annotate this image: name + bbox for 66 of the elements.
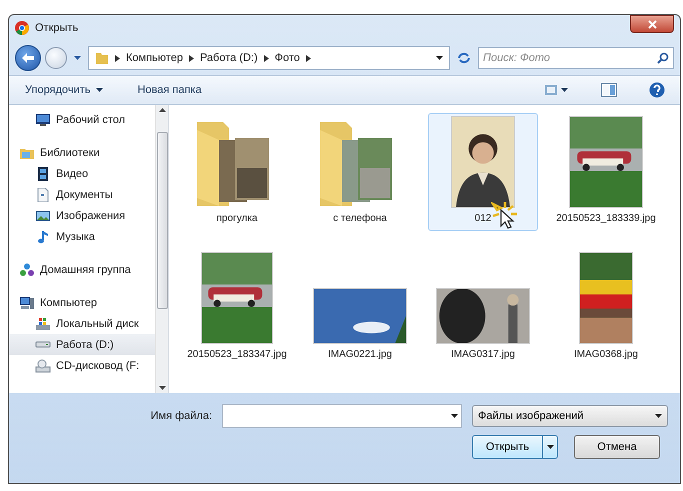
filename-field[interactable] [222,404,462,428]
new-folder-button[interactable]: Новая папка [133,82,206,98]
sidebar-item[interactable]: Библиотеки [9,142,155,163]
file-item[interactable]: с телефона [305,113,415,231]
caret-icon [96,88,104,92]
scroll-down-icon[interactable] [158,386,166,390]
sidebar-item[interactable]: Музыка [9,226,155,247]
search-field[interactable]: Поиск: Фото [478,47,674,69]
document-icon [35,188,51,202]
sidebar-item[interactable]: CD-дисковод (F: [9,355,155,376]
caret-icon [436,56,443,60]
chevron-icon [188,54,194,62]
sidebar-item[interactable]: Рабочий стол [9,109,155,130]
sidebar-item[interactable]: Изображения [9,205,155,226]
caret-icon [655,414,662,418]
breadcrumb-item[interactable]: Работа (D:) [200,52,258,64]
chevron-icon [115,54,120,62]
caret-icon [546,445,554,449]
scroll-up-icon[interactable] [158,108,166,112]
file-item[interactable]: прогулка [182,113,292,231]
file-item[interactable]: 012 [428,113,538,231]
app-icon [15,21,29,35]
scrollbar[interactable] [155,105,168,393]
search-icon [657,52,669,64]
image-icon [35,208,51,222]
film-icon [35,166,51,180]
preview-pane-button[interactable] [598,80,620,100]
breadcrumb-item[interactable]: Компьютер [126,52,183,64]
folder-icon [95,51,109,65]
file-item[interactable]: 20150523_183339.jpg [551,113,661,231]
homegroup-icon [19,262,35,276]
close-button[interactable] [630,15,674,33]
caret-icon [451,414,458,418]
disk-drive-icon [35,341,51,348]
breadcrumb-item[interactable]: Фото [274,52,300,64]
cd-drive-icon [35,358,51,372]
monitor-icon [35,112,51,126]
arrow-left-icon [21,52,35,64]
sidebar-item[interactable]: Работа (D:) [9,334,155,355]
cancel-button[interactable]: Отмена [574,435,660,459]
chevron-icon [264,54,269,62]
mouse-cursor-icon [491,202,517,230]
address-bar[interactable]: Компьютер Работа (D:) Фото [88,46,450,70]
file-item[interactable]: IMAG0368.jpg [551,249,661,367]
disk-drive-icon [35,316,51,330]
sidebar-item[interactable]: Документы [9,184,155,205]
window-title: Открыть [35,22,80,34]
chevron-icon [306,54,311,62]
file-type-dropdown[interactable]: Файлы изображений [472,405,668,427]
music-note-icon [35,230,51,244]
filename-label: Имя файла: [150,410,212,422]
organize-menu[interactable]: Упорядочить [21,82,108,98]
close-icon [648,20,656,28]
forward-button[interactable] [45,47,67,69]
back-button[interactable] [15,45,41,71]
open-button[interactable]: Открыть [472,435,558,459]
sidebar-item[interactable]: Локальный диск [9,313,155,334]
file-item[interactable]: IMAG0317.jpg [428,249,538,367]
file-item[interactable]: 20150523_183347.jpg [182,249,292,367]
computer-icon [19,296,35,310]
caret-icon [74,56,81,60]
sidebar-item[interactable]: Домашняя группа [9,259,155,280]
file-item[interactable]: IMAG0221.jpg [305,249,415,367]
sidebar-item[interactable]: Видео [9,163,155,184]
refresh-icon [457,52,471,64]
sidebar-item[interactable]: Компьютер [9,292,155,313]
